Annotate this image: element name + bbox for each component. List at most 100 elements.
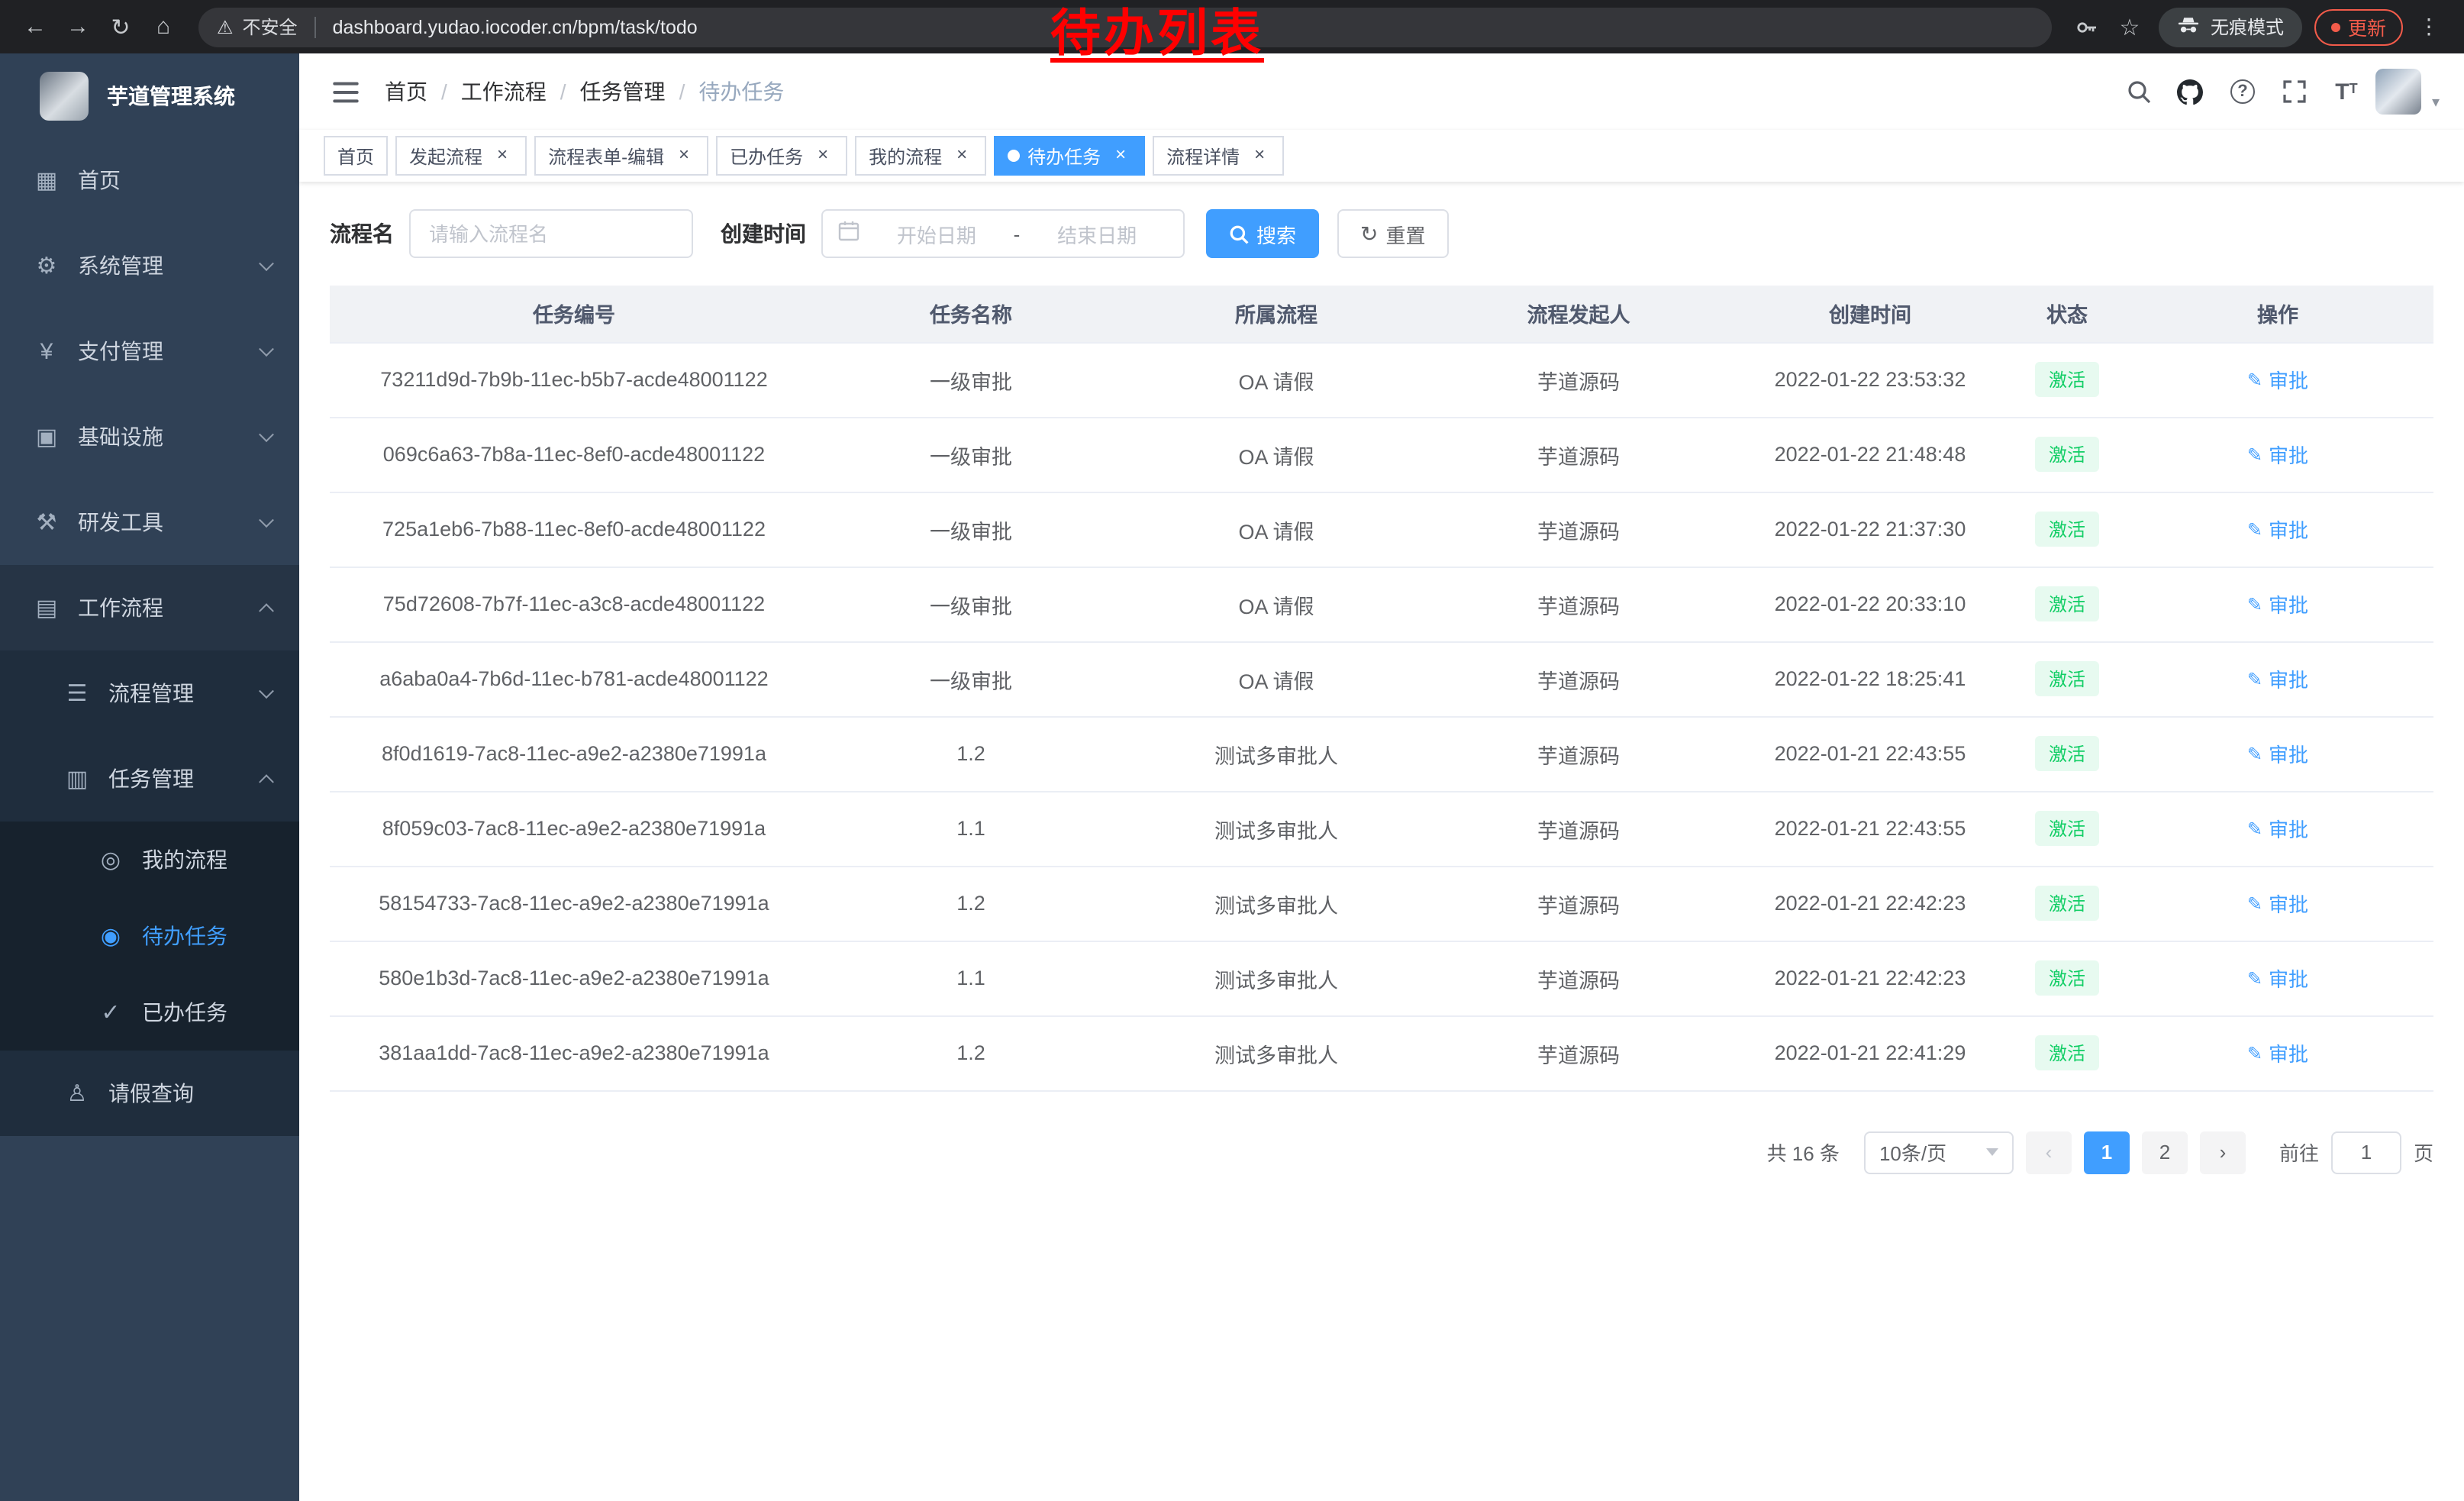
tab-form-edit[interactable]: 流程表单-编辑× — [534, 136, 708, 176]
date-range-picker[interactable]: 开始日期 - 结束日期 — [821, 209, 1185, 258]
approve-link[interactable]: ✎审批 — [2247, 1038, 2308, 1067]
sidebar-item-leave-query[interactable]: ♙请假查询 — [0, 1051, 299, 1136]
approve-link[interactable]: ✎审批 — [2247, 664, 2308, 693]
approve-link[interactable]: ✎审批 — [2247, 739, 2308, 768]
process-name-input[interactable] — [409, 209, 693, 258]
update-dot-icon — [2331, 22, 2340, 31]
sidebar-item-process-manage[interactable]: ☰流程管理 — [0, 650, 299, 736]
task-created-cell: 2022-01-22 23:53:32 — [1728, 342, 2012, 417]
sidebar-item-payment-manage[interactable]: ¥支付管理 — [0, 308, 299, 394]
tab-done-task[interactable]: 已办任务× — [716, 136, 847, 176]
approve-link[interactable]: ✎审批 — [2247, 589, 2308, 618]
task-id-cell: 069c6a63-7b8a-11ec-8ef0-acde48001122 — [330, 417, 818, 492]
address-bar[interactable]: ⚠ 不安全 dashboard.yudao.iocoder.cn/bpm/tas… — [198, 7, 2052, 47]
task-created-cell: 2022-01-22 18:25:41 — [1728, 641, 2012, 716]
close-icon[interactable]: × — [951, 145, 972, 166]
search-icon[interactable] — [2116, 69, 2162, 115]
page-buttons: 12 — [2084, 1131, 2188, 1173]
sidebar-item-my-process[interactable]: ◎我的流程 — [0, 822, 299, 898]
home-icon[interactable]: ⌂ — [144, 7, 183, 47]
help-icon[interactable]: ? — [2220, 69, 2266, 115]
page-button-2[interactable]: 2 — [2142, 1131, 2188, 1173]
approve-link[interactable]: ✎审批 — [2247, 365, 2308, 394]
chevron-down-icon — [259, 683, 274, 699]
close-icon[interactable]: × — [492, 145, 513, 166]
edit-pencil-icon: ✎ — [2247, 518, 2262, 540]
task-created-cell: 2022-01-21 22:42:23 — [1728, 941, 2012, 1015]
search-button[interactable]: 搜索 — [1206, 209, 1319, 258]
github-icon[interactable] — [2168, 69, 2214, 115]
sidebar-item-done-task[interactable]: ✓已办任务 — [0, 974, 299, 1051]
task-name-cell: 1.2 — [818, 866, 1124, 941]
avatar[interactable] — [2375, 69, 2421, 115]
edit-pencil-icon: ✎ — [2247, 593, 2262, 615]
tab-start-process[interactable]: 发起流程× — [395, 136, 527, 176]
breadcrumb-separator: / — [441, 79, 447, 104]
task-name-cell: 1.1 — [818, 791, 1124, 866]
sidebar-item-home[interactable]: ▦首页 — [0, 137, 299, 223]
reload-icon[interactable]: ↻ — [101, 7, 140, 47]
task-initiator-cell: 芋道源码 — [1429, 1015, 1728, 1090]
close-icon[interactable]: × — [673, 145, 695, 166]
task-process-cell: 测试多审批人 — [1124, 941, 1429, 1015]
breadcrumb-item[interactable]: 首页 — [385, 76, 427, 107]
incognito-icon — [2177, 13, 2200, 40]
task-name-cell: 1.2 — [818, 1015, 1124, 1090]
screen: ← → ↻ ⌂ ⚠ 不安全 dashboard.yudao.iocoder.cn… — [0, 0, 2464, 1501]
back-icon[interactable]: ← — [15, 7, 55, 47]
approve-link[interactable]: ✎审批 — [2247, 964, 2308, 993]
list-icon: ☰ — [64, 679, 90, 707]
page-button-1[interactable]: 1 — [2084, 1131, 2130, 1173]
update-button[interactable]: 更新 — [2314, 8, 2403, 45]
approve-link[interactable]: ✎审批 — [2247, 889, 2308, 918]
forward-icon[interactable]: → — [58, 7, 98, 47]
action-cell: ✎审批 — [2122, 567, 2433, 641]
approve-link[interactable]: ✎审批 — [2247, 440, 2308, 469]
search-button-label: 搜索 — [1256, 219, 1296, 248]
app-logo[interactable]: 芋道管理系统 — [0, 53, 299, 137]
chevron-down-icon[interactable]: ▾ — [2432, 94, 2440, 111]
task-name-cell: 一级审批 — [818, 492, 1124, 567]
close-icon[interactable]: × — [812, 145, 834, 166]
tab-todo-task[interactable]: 待办任务× — [994, 136, 1145, 176]
approve-link[interactable]: ✎审批 — [2247, 814, 2308, 843]
key-icon[interactable] — [2067, 7, 2107, 47]
sidebar-item-system-manage[interactable]: ⚙系统管理 — [0, 223, 299, 308]
table-row: 725a1eb6-7b88-11ec-8ef0-acde48001122一级审批… — [330, 492, 2433, 567]
approve-label: 审批 — [2269, 664, 2308, 693]
tab-home[interactable]: 首页 — [324, 136, 388, 176]
hamburger-icon[interactable] — [321, 67, 369, 116]
status-badge: 激活 — [2035, 362, 2099, 397]
next-page-button[interactable]: › — [2200, 1131, 2246, 1173]
tab-process-detail[interactable]: 流程详情× — [1153, 136, 1284, 176]
sidebar-item-workflow[interactable]: ▤工作流程 — [0, 565, 299, 650]
approve-link[interactable]: ✎审批 — [2247, 515, 2308, 544]
action-cell: ✎审批 — [2122, 941, 2433, 1015]
sidebar-item-dev-tools[interactable]: ⚒研发工具 — [0, 479, 299, 565]
close-icon[interactable]: × — [1110, 145, 1131, 166]
sidebar-item-infrastructure[interactable]: ▣基础设施 — [0, 394, 299, 479]
font-size-icon[interactable]: TT — [2324, 69, 2369, 115]
prev-page-button[interactable]: ‹ — [2026, 1131, 2072, 1173]
star-icon[interactable]: ☆ — [2110, 7, 2150, 47]
sidebar-item-label: 我的流程 — [142, 844, 227, 875]
refresh-icon: ↻ — [1360, 221, 1378, 247]
breadcrumb-item[interactable]: 工作流程 — [461, 76, 547, 107]
sidebar-item-task-manage[interactable]: ▥任务管理 — [0, 736, 299, 822]
breadcrumb-item[interactable]: 任务管理 — [580, 76, 666, 107]
task-initiator-cell: 芋道源码 — [1429, 567, 1728, 641]
tab-my-process[interactable]: 我的流程× — [855, 136, 986, 176]
security-label: 不安全 — [243, 14, 298, 40]
breadcrumb-item: 待办任务 — [698, 76, 784, 107]
status-badge: 激活 — [2035, 1035, 2099, 1070]
goto-page-input[interactable] — [2331, 1131, 2401, 1173]
close-icon[interactable]: × — [1249, 145, 1270, 166]
briefcase-icon: ▤ — [34, 594, 60, 621]
kebab-menu-icon[interactable]: ⋮ — [2409, 7, 2449, 47]
reset-button[interactable]: ↻ 重置 — [1337, 209, 1449, 258]
sidebar-item-todo-task[interactable]: ◉待办任务 — [0, 898, 299, 974]
page-size-select[interactable]: 10条/页 — [1864, 1131, 2014, 1173]
sidebar-item-label: 基础设施 — [78, 421, 163, 452]
action-cell: ✎审批 — [2122, 1015, 2433, 1090]
fullscreen-icon[interactable] — [2272, 69, 2317, 115]
